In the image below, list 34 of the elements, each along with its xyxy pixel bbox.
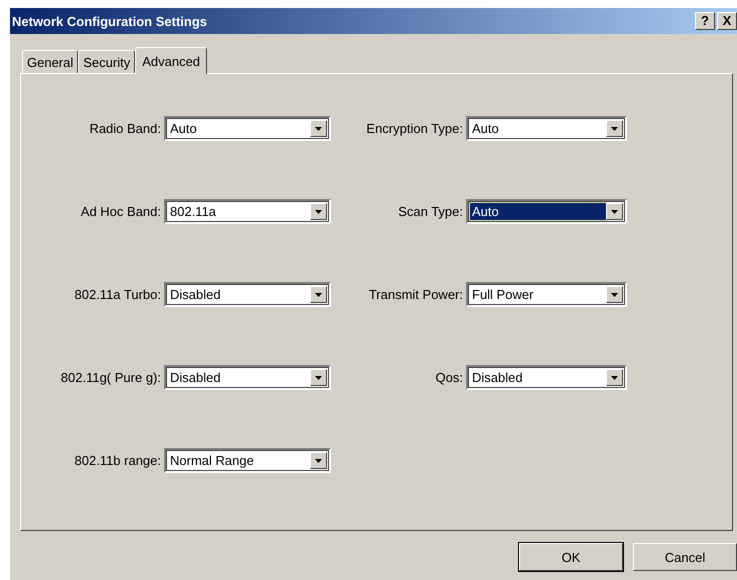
field-label: Qos: [434,370,463,385]
field-label: Scan Type: [397,204,463,219]
field-label: 802.11g( Pure g): [60,370,161,385]
caret-icon [310,452,327,469]
ok-button[interactable]: OK [519,543,623,571]
caret-icon [310,286,327,303]
tab[interactable]: General [22,50,78,73]
caret-icon [606,286,623,303]
field-label: 802.11b range: [74,453,161,468]
field-label: Ad Hoc Band: [80,204,161,219]
dropdown[interactable]: Disabled [164,282,331,307]
caret-icon [310,203,327,220]
field-label: Radio Band: [88,121,161,136]
caret-icon [606,369,623,386]
field-label: 802.11a Turbo: [74,287,161,302]
dropdown[interactable]: Disabled [466,365,627,390]
caret-icon [310,369,327,386]
field-label: Transmit Power: [368,287,463,302]
caret-icon [310,120,327,137]
cancel-button[interactable]: Cancel [633,543,737,571]
window-title: Network Configuration Settings [12,14,207,28]
close-button[interactable]: X [717,12,737,30]
dropdown[interactable]: Auto [466,199,627,224]
dropdown[interactable]: Disabled [164,365,331,390]
dropdown[interactable]: Normal Range [164,448,331,473]
caret-icon [606,203,623,220]
dropdown[interactable]: Full Power [466,282,627,307]
dropdown[interactable]: Auto [164,116,331,141]
dropdown[interactable]: 802.11a [164,199,331,224]
tab[interactable]: Advanced [135,47,208,74]
field-label: Encryption Type: [365,121,463,136]
caret-icon [606,120,623,137]
help-button[interactable]: ? [695,12,715,30]
dropdown[interactable]: Auto [466,116,627,141]
